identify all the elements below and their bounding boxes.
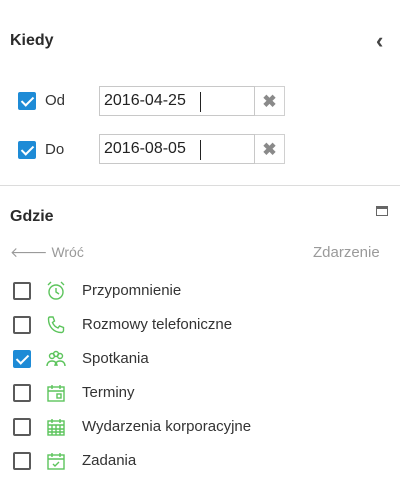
item-checkbox[interactable] [13,384,31,402]
do-date-input[interactable]: 2016-08-05 [99,134,255,164]
item-label: Przypomnienie [82,282,182,299]
list-item[interactable]: Przypomnienie [0,278,400,304]
item-label: Wydarzenia korporacyjne [82,418,252,435]
back-link[interactable]: 🡐 Wróć [10,244,84,261]
item-checkbox[interactable] [13,282,31,300]
item-label: Terminy [82,384,135,401]
od-date-input[interactable]: 2016-04-25 [99,86,255,116]
kiedy-title: Kiedy [10,32,54,49]
calendar-icon [45,382,67,404]
list-item[interactable]: Terminy [0,380,400,406]
list-item[interactable]: Rozmowy telefoniczne [0,312,400,338]
list-item[interactable]: Wydarzenia korporacyjne [0,414,400,440]
alarm-clock-icon [45,280,67,302]
text-caret [200,140,201,160]
item-checkbox[interactable] [13,350,31,368]
item-checkbox[interactable] [13,452,31,470]
people-icon [45,348,67,370]
do-checkbox[interactable] [18,141,36,159]
back-label: Wróć [51,244,84,260]
calendar-grid-icon [45,416,67,438]
od-label: Od [45,92,66,109]
item-label: Rozmowy telefoniczne [82,316,233,333]
od-date-value: 2016-04-25 [104,92,186,109]
item-label: Spotkania [82,350,149,367]
list-item[interactable]: Zadania [0,448,400,474]
list-item[interactable]: Spotkania [0,346,400,372]
text-caret [200,92,201,112]
item-checkbox[interactable] [13,418,31,436]
calendar-check-icon [45,450,67,472]
maximize-icon[interactable] [376,206,388,216]
item-label: Zadania [82,452,137,469]
clear-icon: ✖ [262,140,277,159]
clear-icon: ✖ [262,92,277,111]
od-clear-button[interactable]: ✖ [255,86,285,116]
do-clear-button[interactable]: ✖ [255,134,285,164]
od-checkbox[interactable] [18,92,36,110]
do-date-value: 2016-08-05 [104,140,186,157]
arrow-left-icon: 🡐 [10,244,48,260]
phone-icon [45,314,67,336]
collapse-panel-icon[interactable]: ‹ [376,30,383,52]
gdzie-title: Gdzie [10,208,54,225]
item-checkbox[interactable] [13,316,31,334]
section-divider [0,185,400,186]
do-label: Do [45,141,65,158]
category-label: Zdarzenie [313,244,380,261]
